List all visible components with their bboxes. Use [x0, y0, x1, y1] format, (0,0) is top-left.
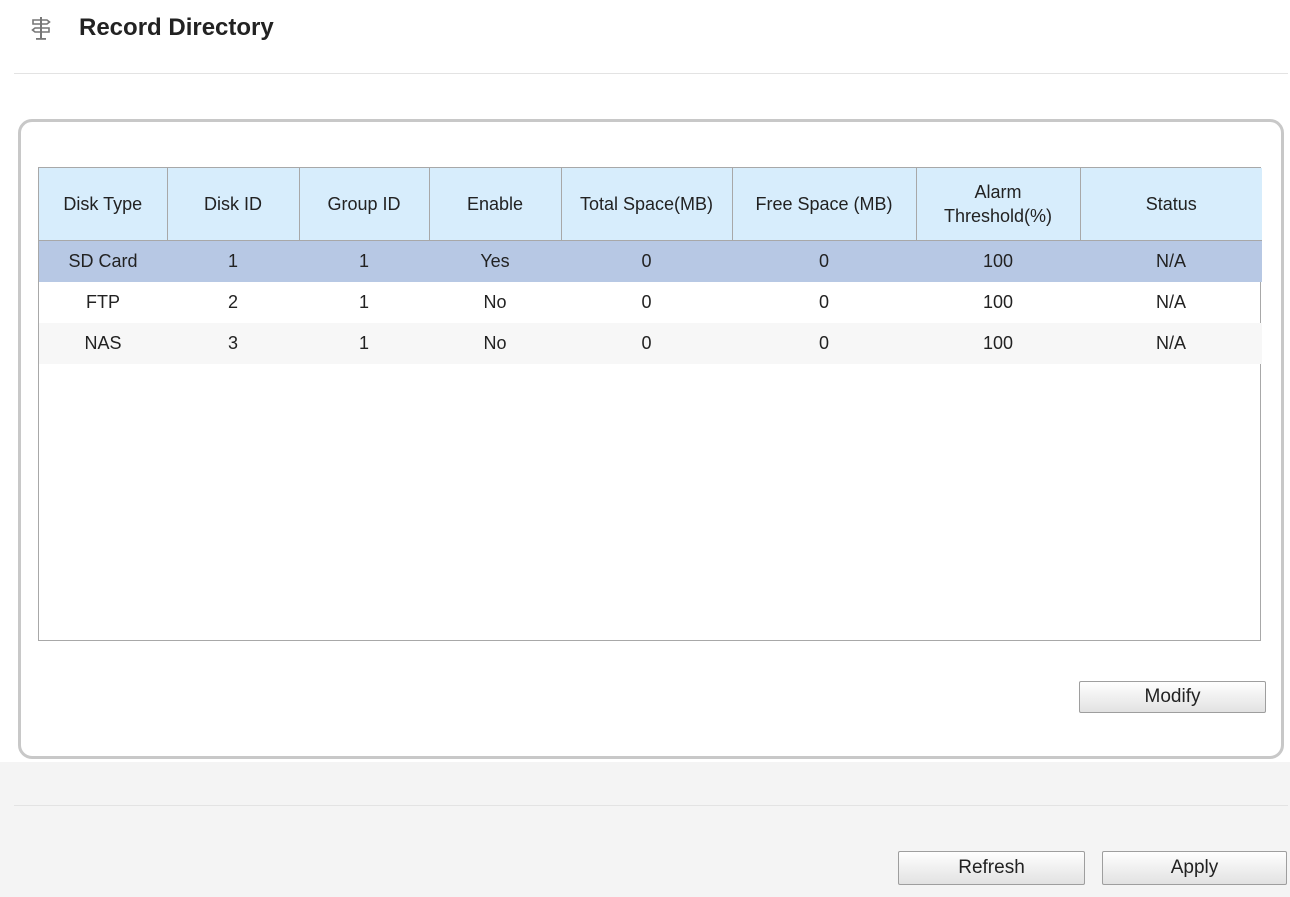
table-row-nas[interactable]: NAS 3 1 No 0 0 100 N/A [39, 323, 1262, 364]
column-header-free-space[interactable]: Free Space (MB) [732, 168, 917, 241]
column-header-disk-type[interactable]: Disk Type [39, 168, 168, 241]
footer-area [0, 762, 1290, 897]
cell-total-space: 0 [641, 292, 652, 312]
cell-alarm-threshold: 100 [916, 323, 1080, 364]
cell-enable: Yes [429, 240, 561, 282]
cell-disk-id: 3 [167, 323, 299, 364]
column-header-status[interactable]: Status [1080, 168, 1262, 241]
table-row-ftp[interactable]: FTP 2 1 No 0 0 100 N/A [39, 282, 1262, 323]
header-divider [14, 73, 1288, 74]
cell-disk-type: SD Card [39, 240, 167, 282]
cell-total-space: 0 [561, 240, 732, 282]
cell-total-space: 0 [561, 323, 732, 364]
table-row-sd-card[interactable]: SD Card 1 1 Yes 0 0 100 N/A [39, 240, 1262, 282]
cell-enable: No [429, 323, 561, 364]
column-header-alarm-threshold[interactable]: Alarm Threshold(%) [916, 168, 1081, 241]
cell-disk-id: 1 [167, 240, 299, 282]
cell-status: N/A [1080, 240, 1262, 282]
cell-free-space: 0 [732, 240, 916, 282]
column-header-disk-id[interactable]: Disk ID [167, 168, 300, 241]
cell-status: N/A [1080, 323, 1262, 364]
refresh-button[interactable]: Refresh [898, 851, 1085, 885]
cell-free-space: 0 [818, 292, 829, 312]
cell-alarm-threshold: 100 [982, 292, 1014, 312]
cell-group-id: 1 [299, 323, 429, 364]
cell-disk-id: 2 [227, 292, 238, 312]
disk-table: Disk Type Disk ID Group ID Enable Total … [39, 168, 1262, 364]
column-header-enable[interactable]: Enable [429, 168, 562, 241]
signpost-icon [31, 16, 51, 40]
apply-button[interactable]: Apply [1102, 851, 1287, 885]
column-header-group-id[interactable]: Group ID [299, 168, 430, 241]
disk-table-container: Disk Type Disk ID Group ID Enable Total … [38, 167, 1262, 641]
footer-divider [14, 805, 1288, 806]
cell-group-id: 1 [299, 240, 429, 282]
cell-enable: No [483, 292, 507, 312]
cell-group-id: 1 [358, 292, 369, 312]
column-header-total-space[interactable]: Total Space(MB) [561, 168, 733, 241]
page-header: Record Directory [31, 8, 274, 48]
cell-disk-type: NAS [39, 323, 167, 364]
cell-status: N/A [1155, 292, 1186, 312]
cell-free-space: 0 [732, 323, 916, 364]
modify-button[interactable]: Modify [1079, 681, 1266, 713]
cell-alarm-threshold: 100 [916, 240, 1080, 282]
page-title: Record Directory [79, 14, 274, 41]
table-header-row: Disk Type Disk ID Group ID Enable Total … [39, 168, 1262, 241]
cell-disk-type: FTP [86, 292, 120, 312]
